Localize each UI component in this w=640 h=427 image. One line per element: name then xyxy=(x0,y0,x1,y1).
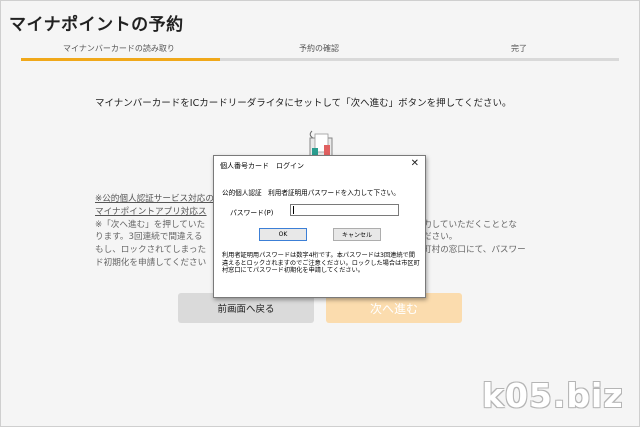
notes-line: 力していただくこととな xyxy=(423,219,518,230)
step-bar-confirm xyxy=(220,58,420,61)
password-label: パスワード(P) xyxy=(230,209,274,217)
page-title: マイナポイントの予約 xyxy=(9,15,184,35)
dialog-note: 利用者証明用パスワードは数字4桁です。本パスワードは3回連続で間違えるとロックさ… xyxy=(222,252,420,275)
notes-line: ださい。 xyxy=(423,232,458,243)
step-card-reading: マイナンバーカードの読み取り xyxy=(63,44,175,53)
instruction-text: マイナンバーカードをICカードリーダライタにセットして「次へ進む」ボタンを押して… xyxy=(95,98,512,109)
step-progress: マイナンバーカードの読み取り 予約の確認 完了 xyxy=(21,43,619,63)
close-icon[interactable]: ✕ xyxy=(411,158,419,169)
dialog-prompt: 公的個人認証 利用者証明用パスワードを入力して下さい。 xyxy=(222,189,400,197)
step-bar-complete xyxy=(420,58,619,61)
dialog-title: 個人番号カード ログイン xyxy=(220,162,304,170)
notes-line: ※「次へ進む」を押していた xyxy=(95,219,206,230)
password-input[interactable] xyxy=(290,204,399,216)
step-bar-card-reading xyxy=(21,58,220,61)
step-confirm: 予約の確認 xyxy=(299,44,339,53)
login-dialog: 個人番号カード ログイン ✕ 公的個人認証 利用者証明用パスワードを入力して下さ… xyxy=(213,155,426,298)
notes-line: もし、ロックされてしまった xyxy=(95,245,207,256)
page-frame: マイナポイントの予約 マイナンバーカードの読み取り 予約の確認 完了 マイナンバ… xyxy=(0,0,640,427)
step-complete: 完了 xyxy=(511,44,527,53)
notes-line: ります。3回連続で間違える xyxy=(95,232,203,243)
notes-line: 町村の窓口にて、パスワー xyxy=(423,245,526,256)
cancel-button[interactable]: キャンセル xyxy=(333,228,381,241)
text-caret xyxy=(293,206,294,214)
watermark: k05.biz xyxy=(482,376,624,415)
ok-button[interactable]: OK xyxy=(259,228,307,241)
